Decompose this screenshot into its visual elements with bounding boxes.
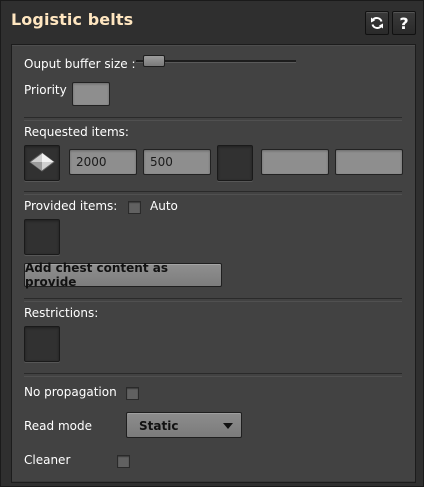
provided-item-slot[interactable]	[24, 219, 60, 255]
read-mode-value: Static	[139, 419, 179, 433]
logistic-belts-window: Logistic belts ? Ouput buffer size : Pri…	[0, 0, 424, 487]
requested-item-1-amount[interactable]: 2000	[69, 149, 137, 175]
buffer-size-slider-handle[interactable]	[143, 55, 165, 67]
chevron-down-icon	[223, 423, 233, 429]
auto-label: Auto	[150, 199, 178, 213]
refresh-icon	[371, 17, 383, 29]
requested-item-2-limit[interactable]	[335, 149, 403, 175]
no-propagation-checkbox[interactable]	[126, 387, 139, 400]
no-propagation-label: No propagation	[24, 385, 117, 399]
title-bar[interactable]: Logistic belts ?	[1, 1, 423, 41]
help-icon: ?	[399, 13, 409, 33]
requested-items-label: Requested items:	[24, 125, 129, 139]
belt-item-icon	[29, 152, 55, 172]
settings-panel: Ouput buffer size : Priority Requested i…	[11, 44, 416, 483]
restriction-slot[interactable]	[24, 326, 60, 362]
cleaner-label: Cleaner	[24, 453, 71, 467]
add-chest-content-button[interactable]: Add chest content as provide	[24, 261, 222, 289]
read-mode-dropdown[interactable]: Static	[126, 412, 242, 438]
requested-item-2-amount[interactable]	[261, 149, 329, 175]
refresh-button[interactable]	[365, 11, 389, 35]
requested-item-slot-1[interactable]	[24, 145, 60, 181]
provided-items-label: Provided items:	[24, 199, 118, 213]
priority-field[interactable]	[72, 82, 110, 106]
help-button[interactable]: ?	[392, 11, 416, 35]
auto-checkbox[interactable]	[128, 201, 141, 214]
priority-label: Priority	[24, 83, 67, 97]
buffer-size-label: Ouput buffer size :	[24, 57, 136, 71]
cleaner-checkbox[interactable]	[117, 455, 130, 468]
separator	[24, 373, 402, 377]
separator	[24, 117, 402, 121]
requested-item-slot-2[interactable]	[217, 145, 253, 181]
window-title: Logistic belts	[11, 10, 134, 29]
read-mode-label: Read mode	[24, 419, 92, 433]
separator	[24, 298, 402, 302]
separator	[24, 191, 402, 195]
requested-item-1-limit[interactable]: 500	[143, 149, 211, 175]
restrictions-label: Restrictions:	[24, 306, 99, 320]
